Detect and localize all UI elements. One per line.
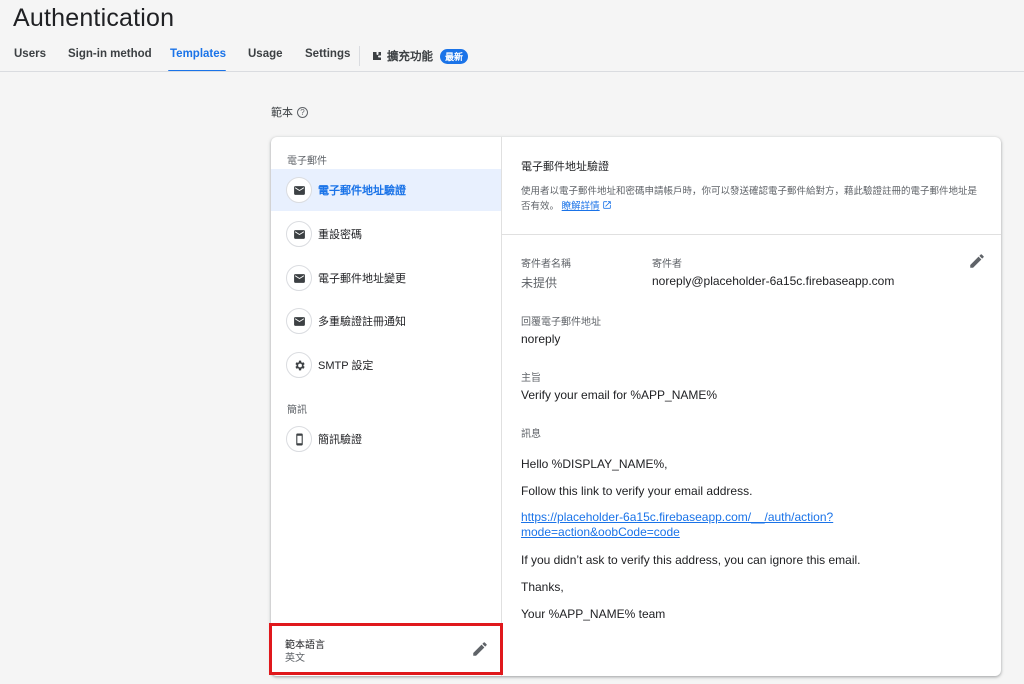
tab-usage[interactable]: Usage bbox=[248, 48, 283, 60]
sidebar-item-email-verification[interactable]: 電子郵件地址驗證 bbox=[271, 169, 501, 211]
sidebar-item-sms-verification[interactable]: 簡訊驗證 bbox=[271, 418, 501, 460]
verification-link[interactable]: https://placeholder-6a15c.firebaseapp.co… bbox=[521, 510, 881, 540]
detail-description: 使用者以電子郵件地址和密碼申請帳戶時，你可以發送確認電子郵件給對方，藉此驗證註冊… bbox=[521, 184, 983, 214]
sidebar-item-label: 簡訊驗證 bbox=[318, 434, 362, 446]
page-title: Authentication bbox=[13, 4, 175, 32]
tabs-divider bbox=[0, 71, 1024, 72]
mail-icon bbox=[286, 177, 312, 203]
subject-label: 主旨 bbox=[521, 373, 541, 384]
template-list: 電子郵件 電子郵件地址驗證 重設密碼 電子郵件地址變更 多重驗證註冊通知 SMT… bbox=[271, 137, 502, 676]
sidebar-item-label: 電子郵件地址變更 bbox=[318, 273, 406, 285]
reply-to-value: noreply bbox=[521, 332, 561, 346]
page-header: Authentication Users Sign-in method Temp… bbox=[0, 0, 1024, 72]
gear-icon bbox=[286, 352, 312, 378]
section-heading: 範本 ? bbox=[271, 104, 308, 120]
mail-icon bbox=[286, 221, 312, 247]
sms-group-title: 簡訊 bbox=[287, 405, 307, 416]
pencil-icon[interactable] bbox=[968, 252, 986, 270]
new-badge: 最新 bbox=[440, 48, 469, 64]
learn-more-label: 瞭解詳情 bbox=[561, 201, 600, 212]
template-language-value: 英文 bbox=[285, 653, 305, 664]
reply-to-label: 回覆電子郵件地址 bbox=[521, 317, 601, 328]
mail-icon bbox=[286, 265, 312, 291]
sidebar-item-password-reset[interactable]: 重設密碼 bbox=[271, 213, 501, 255]
subject-value: Verify your email for %APP_NAME% bbox=[521, 388, 718, 402]
open-in-new-icon bbox=[602, 201, 611, 209]
sidebar-item-mfa-enrollment[interactable]: 多重驗證註冊通知 bbox=[271, 300, 501, 342]
message-line-2: If you didn’t ask to verify this address… bbox=[521, 553, 861, 567]
sidebar-item-label: SMTP 設定 bbox=[318, 360, 374, 372]
sidebar-item-email-change[interactable]: 電子郵件地址變更 bbox=[271, 257, 501, 299]
detail-title: 電子郵件地址驗證 bbox=[521, 161, 609, 173]
mail-icon bbox=[286, 308, 312, 334]
tab-templates[interactable]: Templates bbox=[170, 48, 226, 60]
detail-divider bbox=[502, 234, 1001, 235]
tab-users[interactable]: Users bbox=[14, 48, 46, 60]
tab-separator bbox=[359, 46, 360, 66]
sidebar-item-label: 多重驗證註冊通知 bbox=[318, 316, 406, 328]
tab-extensions[interactable]: 擴充功能 最新 bbox=[371, 48, 469, 64]
sender-name-label: 寄件者名稱 bbox=[521, 259, 571, 270]
learn-more-link[interactable]: 瞭解詳情 bbox=[562, 201, 612, 212]
sender-name-value: 未提供 bbox=[521, 276, 558, 290]
section-label: 範本 bbox=[271, 107, 293, 119]
sender-label: 寄件者 bbox=[652, 259, 682, 270]
message-greeting: Hello %DISPLAY_NAME%, bbox=[521, 457, 668, 471]
extensions-label: 擴充功能 bbox=[387, 51, 433, 63]
message-label: 訊息 bbox=[521, 429, 541, 440]
tab-settings[interactable]: Settings bbox=[305, 48, 350, 60]
extension-icon bbox=[373, 52, 381, 60]
tab-sign-in-method[interactable]: Sign-in method bbox=[68, 48, 152, 60]
email-group-title: 電子郵件 bbox=[287, 156, 327, 167]
template-language: 範本語言 英文 bbox=[271, 621, 502, 676]
sender-value: noreply@placeholder-6a15c.firebaseapp.co… bbox=[652, 274, 895, 288]
templates-card: 電子郵件 電子郵件地址驗證 重設密碼 電子郵件地址變更 多重驗證註冊通知 SMT… bbox=[271, 137, 1001, 676]
sidebar-item-smtp-settings[interactable]: SMTP 設定 bbox=[271, 344, 501, 386]
template-detail: 電子郵件地址驗證 使用者以電子郵件地址和密碼申請帳戶時，你可以發送確認電子郵件給… bbox=[502, 137, 1001, 676]
sidebar-item-label: 重設密碼 bbox=[318, 229, 362, 241]
help-icon[interactable]: ? bbox=[297, 106, 308, 118]
phone-icon bbox=[286, 426, 312, 452]
sidebar-item-label: 電子郵件地址驗證 bbox=[318, 185, 406, 197]
message-line-1: Follow this link to verify your email ad… bbox=[521, 484, 753, 498]
message-thanks: Thanks, bbox=[521, 580, 564, 594]
pencil-icon[interactable] bbox=[471, 640, 489, 658]
message-signoff: Your %APP_NAME% team bbox=[521, 607, 666, 621]
tab-bar: Users Sign-in method Templates Usage Set… bbox=[0, 44, 1024, 72]
